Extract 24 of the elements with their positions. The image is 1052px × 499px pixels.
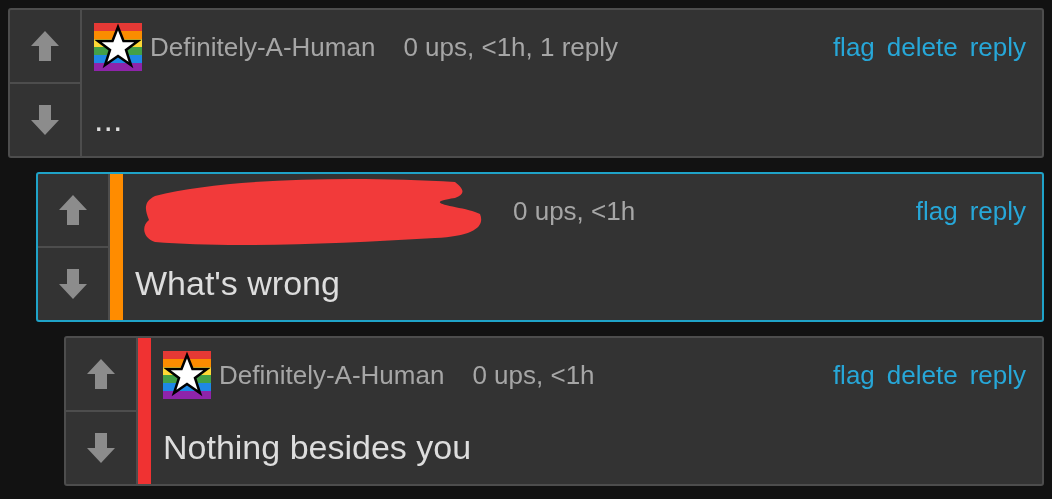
up-arrow-icon — [30, 30, 60, 62]
action-link[interactable]: reply — [969, 191, 1026, 231]
action-link[interactable]: flag — [832, 27, 875, 67]
up-arrow-icon — [58, 194, 88, 226]
action-link[interactable]: flag — [832, 355, 875, 395]
comment-body: ... — [94, 98, 123, 140]
comment-body: Nothing besides you — [163, 426, 472, 468]
down-arrow-icon — [86, 432, 116, 464]
comment-meta: 0 ups, <1h, 1 reply — [403, 30, 619, 64]
comment-meta: 0 ups, <1h — [513, 194, 636, 228]
down-arrow-icon — [30, 104, 60, 136]
action-link[interactable]: reply — [969, 355, 1026, 395]
action-link[interactable]: delete — [886, 27, 958, 67]
username[interactable]: Definitely-A-Human — [219, 355, 445, 395]
down-arrow-icon — [58, 268, 88, 300]
avatar-icon — [94, 23, 142, 71]
avatar-icon — [163, 351, 211, 399]
comment-body: What's wrong — [135, 262, 340, 304]
action-link[interactable]: reply — [969, 27, 1026, 67]
username[interactable]: Definitely-A-Human — [150, 27, 376, 67]
action-link[interactable]: flag — [915, 191, 958, 231]
action-link[interactable]: delete — [886, 355, 958, 395]
up-arrow-icon — [86, 358, 116, 390]
comment-meta: 0 ups, <1h — [472, 358, 595, 392]
